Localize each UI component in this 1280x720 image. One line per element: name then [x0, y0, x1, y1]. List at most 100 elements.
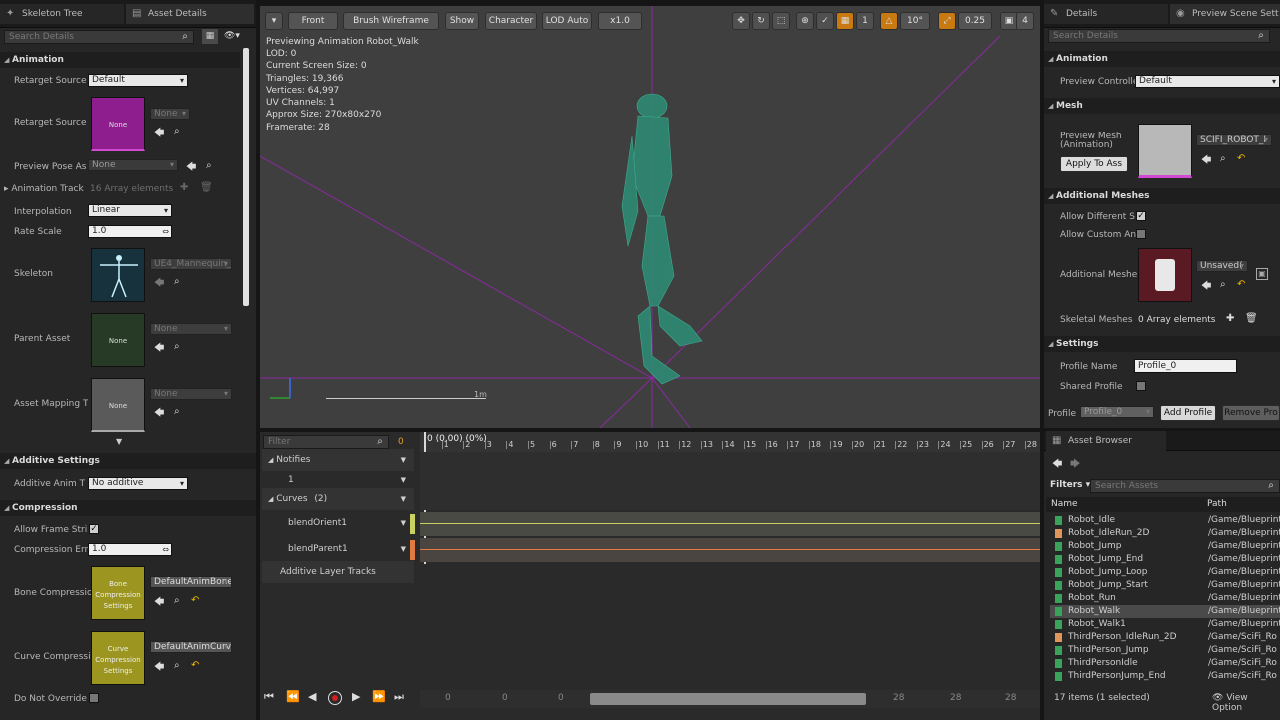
asset-mapping-arrow-icon[interactable]: 🡄 — [154, 406, 164, 423]
right-section-animation[interactable]: ◢ Animation — [1044, 51, 1280, 67]
notifies-track-lane[interactable] — [420, 452, 1040, 510]
curves-track-row[interactable]: ◢ Curves (2) ▼ — [262, 488, 414, 510]
preview-mesh-thumbnail[interactable] — [1138, 124, 1192, 178]
scale-snap-value[interactable]: 0.25 — [958, 12, 992, 30]
playback-speed-button[interactable]: x1.0 — [598, 12, 642, 30]
tab-skeleton-tree[interactable]: ✦ Skeleton Tree — [0, 4, 124, 24]
curve-search-icon[interactable]: ⌕ — [174, 660, 180, 671]
asset-row[interactable]: Robot_Walk1/Game/Blueprint — [1050, 618, 1280, 631]
section-animation[interactable]: ◢ Animation — [0, 52, 240, 68]
section-mesh[interactable]: ◢ Mesh — [1044, 98, 1280, 114]
step-forward-icon[interactable]: ⏩ — [372, 690, 386, 703]
asset-mapping-thumbnail[interactable]: None — [91, 378, 145, 432]
rotation-snap-value[interactable]: 10° — [900, 12, 930, 30]
forward-arrow-icon[interactable]: 🡆 — [1070, 457, 1080, 474]
allow-frame-checkbox[interactable]: ✓ — [89, 524, 99, 534]
play-reverse-icon[interactable]: ◀ — [308, 690, 316, 703]
additional-mesh-dropdown[interactable]: Unsaved( — [1196, 260, 1248, 272]
parent-arrow-icon[interactable]: 🡄 — [154, 341, 164, 358]
additive-anim-dropdown[interactable]: No additive — [88, 477, 188, 490]
curve-arrow-icon[interactable]: 🡄 — [154, 660, 164, 677]
viewport-options-button[interactable]: ▾ — [265, 12, 283, 30]
dropdown-icon[interactable]: ▼ — [401, 538, 406, 560]
asset-row[interactable]: ThirdPersonJump_End/Game/SciFi_Ro — [1050, 670, 1280, 683]
delete-skeletal-mesh-icon[interactable]: 🗑 — [1245, 313, 1258, 324]
parent-asset-thumbnail[interactable]: None — [91, 313, 145, 367]
add-profile-button[interactable]: Add Profile — [1160, 405, 1216, 421]
bone-compression-thumbnail[interactable]: Bone Compression Settings — [91, 566, 145, 620]
curve2-track-lane[interactable] — [420, 538, 1040, 562]
asset-mapping-search-icon[interactable]: ⌕ — [174, 406, 180, 417]
tab-asset-browser[interactable]: ▦ Asset Browser — [1046, 431, 1166, 451]
retarget-source-asset-dropdown[interactable]: None — [150, 108, 190, 120]
surface-snap-icon[interactable]: ✓ — [816, 12, 834, 30]
show-button[interactable]: Show — [445, 12, 479, 30]
profile-dropdown[interactable]: Profile_0 — [1080, 406, 1154, 418]
preview-controller-dropdown[interactable]: Default — [1135, 75, 1280, 88]
add-skeletal-mesh-icon[interactable]: ✚ — [1226, 313, 1234, 324]
grid-snap-icon[interactable]: ▦ — [836, 12, 854, 30]
apply-to-asset-button[interactable]: Apply To Ass — [1060, 156, 1128, 172]
delete-elements-icon[interactable]: 🗑 — [200, 182, 213, 193]
play-forward-icon[interactable]: ▶ — [352, 690, 360, 703]
mesh-search-icon[interactable]: ⌕ — [1220, 153, 1226, 164]
view-options-button[interactable]: 👁 View Option — [1212, 693, 1280, 713]
section-compression[interactable]: ◢ Compression — [0, 500, 256, 516]
asset-row[interactable]: Robot_Jump_End/Game/Blueprint — [1050, 553, 1280, 566]
column-name-header[interactable]: Name — [1051, 499, 1078, 509]
shared-profile-checkbox[interactable] — [1136, 381, 1146, 391]
retarget-source-dropdown[interactable]: Default — [88, 74, 188, 87]
preview-pose-search-icon[interactable]: ⌕ — [206, 160, 212, 171]
asset-row[interactable]: Robot_IdleRun_2D/Game/Blueprint — [1050, 527, 1280, 540]
allow-custom-checkbox[interactable] — [1136, 229, 1146, 239]
asset-row[interactable]: Robot_Run/Game/Blueprint — [1050, 592, 1280, 605]
interpolation-dropdown[interactable]: Linear — [88, 204, 172, 217]
asset-mapping-dropdown[interactable]: None — [150, 388, 232, 400]
dropdown-icon[interactable]: ▼ — [401, 449, 406, 471]
section-settings[interactable]: ◢ Settings — [1044, 336, 1280, 352]
allow-different-checkbox[interactable]: ✓ — [1136, 211, 1146, 221]
tab-details[interactable]: ✎ Details — [1044, 4, 1168, 24]
expand-more-icon[interactable]: ▼ — [116, 437, 122, 446]
curve1-track-lane[interactable] — [420, 512, 1040, 536]
additional-mesh-search-icon[interactable]: ⌕ — [1220, 279, 1226, 290]
filters-button[interactable]: Filters ▾ — [1050, 480, 1090, 490]
rotate-icon[interactable]: ↻ — [752, 12, 770, 30]
add-element-icon[interactable]: ✚ — [180, 182, 188, 193]
curve-blend-orient-row[interactable]: blendOrient1 ▼ — [262, 512, 414, 534]
dropdown-icon[interactable]: ▼ — [401, 512, 406, 534]
grid-view-icon[interactable]: ▦ — [202, 29, 218, 44]
additive-layer-tracks-row[interactable]: Additive Layer Tracks — [262, 561, 414, 583]
skeleton-arrow-icon[interactable]: 🡄 — [154, 276, 164, 293]
notifies-track-row[interactable]: ◢ Notifies ▼ — [262, 449, 414, 471]
curve-compression-thumbnail[interactable]: Curve Compression Settings — [91, 631, 145, 685]
asset-row[interactable]: ThirdPersonIdle/Game/SciFi_Ro — [1050, 657, 1280, 670]
parent-search-icon[interactable]: ⌕ — [174, 341, 180, 352]
additional-mesh-arrow-icon[interactable]: 🡄 — [1201, 279, 1211, 296]
world-local-icon[interactable]: ⊕ — [796, 12, 814, 30]
additional-mesh-extra-icon[interactable]: ▣ — [1256, 268, 1268, 280]
retarget-source-thumbnail[interactable]: None — [91, 97, 145, 151]
tab-preview-scene[interactable]: ◉ Preview Scene Sett — [1170, 4, 1280, 24]
record-icon[interactable] — [328, 691, 342, 705]
grid-size-button[interactable]: 1 — [856, 12, 874, 30]
viewport[interactable]: 1m — [260, 6, 1040, 428]
lod-auto-button[interactable]: LOD Auto — [542, 12, 592, 30]
rotation-snap-icon[interactable]: △ — [880, 12, 898, 30]
character-button[interactable]: Character — [485, 12, 537, 30]
scale-snap-icon[interactable]: ⤢ — [938, 12, 956, 30]
curve-blend-parent-row[interactable]: blendParent1 ▼ — [262, 538, 414, 560]
dropdown-icon[interactable]: ▼ — [401, 488, 406, 510]
asset-row[interactable]: Robot_Idle/Game/Blueprint — [1050, 514, 1280, 527]
do-not-override-checkbox[interactable] — [89, 693, 99, 703]
remove-profile-button[interactable]: Remove Pro — [1222, 405, 1280, 421]
view-mode-wireframe-button[interactable]: Brush Wireframe — [343, 12, 439, 30]
curve-reset-icon[interactable]: ↶ — [191, 660, 199, 671]
asset-row[interactable]: Robot_Walk/Game/Blueprint — [1050, 605, 1280, 618]
skeleton-search-icon[interactable]: ⌕ — [174, 276, 180, 287]
bone-arrow-icon[interactable]: 🡄 — [154, 595, 164, 612]
use-selected-arrow-icon[interactable]: 🡄 — [154, 126, 164, 143]
browse-search-icon[interactable]: ⌕ — [174, 126, 180, 137]
additional-mesh-reset-icon[interactable]: ↶ — [1237, 279, 1245, 290]
bone-compression-dropdown[interactable]: DefaultAnimBoneC — [150, 576, 232, 588]
